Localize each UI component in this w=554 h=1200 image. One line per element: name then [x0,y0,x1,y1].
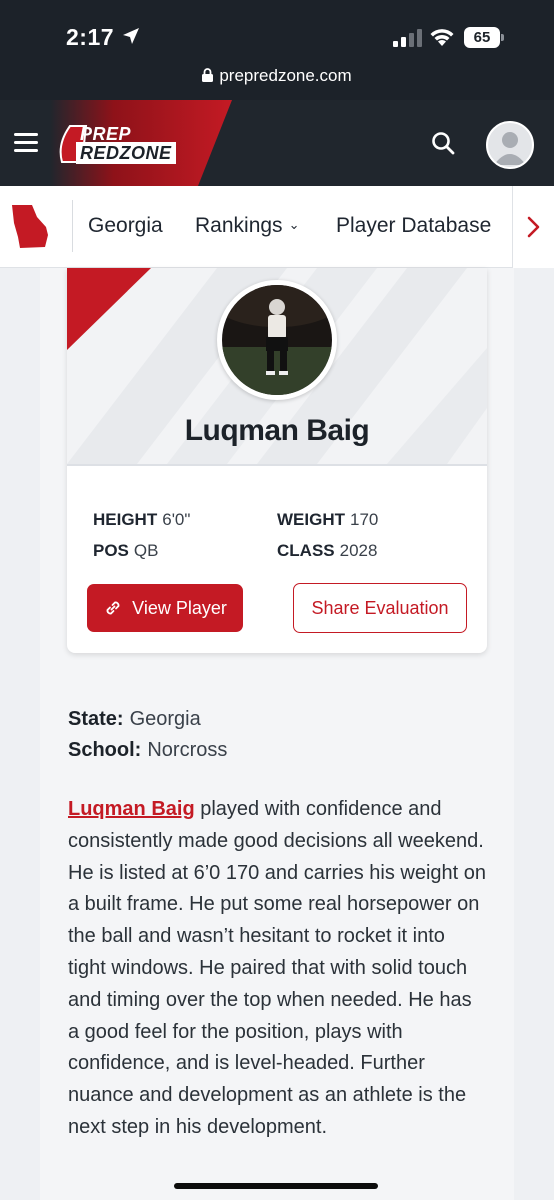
site-header: PREP REDZONE [0,100,554,186]
player-school: School: Norcross [68,739,228,761]
wifi-icon [430,29,454,46]
nav-item-georgia[interactable]: Georgia [88,214,163,238]
search-icon[interactable] [430,130,456,156]
home-indicator[interactable] [174,1183,378,1189]
chevron-right-icon [527,216,540,238]
player-state: State: Georgia [68,708,201,730]
nav-item-rankings[interactable]: Rankings ⌄ [195,214,299,238]
chevron-down-icon: ⌄ [288,217,300,232]
stat-height: HEIGHT 6'0" [93,510,191,529]
stat-weight: WEIGHT 170 [277,510,379,529]
user-avatar-icon[interactable] [486,121,534,169]
url-text: prepredzone.com [219,66,352,85]
nav-scroll-right-button[interactable] [512,186,554,268]
georgia-map-icon[interactable] [10,203,50,249]
player-card: Luqman Baig HEIGHT 6'0" WEIGHT 170 POS QB C… [67,268,487,653]
status-time: 2:17 [66,24,115,50]
stat-class: CLASS 2028 [277,541,378,560]
evaluation-text: Luqman Baig played with confidence and c… [68,798,487,1138]
logo-text-bottom: REDZONE [76,142,176,164]
battery-level: 65 [464,27,500,48]
menu-icon[interactable] [14,133,38,153]
nav-item-player-database[interactable]: Player Database [336,214,491,238]
url-bar[interactable]: prepredzone.com [0,66,554,94]
player-photo [222,285,332,395]
player-name: Luqman Baig [184,414,370,447]
share-evaluation-button[interactable]: Share Evaluation [293,583,467,633]
player-headshot [217,280,337,400]
view-player-button[interactable]: View Player [87,584,243,632]
battery-indicator: 65 [464,27,504,48]
location-arrow-icon [123,28,139,44]
site-logo[interactable]: PREP REDZONE [56,122,182,166]
status-bar: 2:17 65 prepredzone.com [0,0,554,100]
stat-position: POS QB [93,541,159,560]
lock-icon [202,68,214,82]
link-icon [106,601,120,615]
player-name-link[interactable]: Luqman Baig [68,798,195,820]
cellular-signal-icon [393,29,422,47]
